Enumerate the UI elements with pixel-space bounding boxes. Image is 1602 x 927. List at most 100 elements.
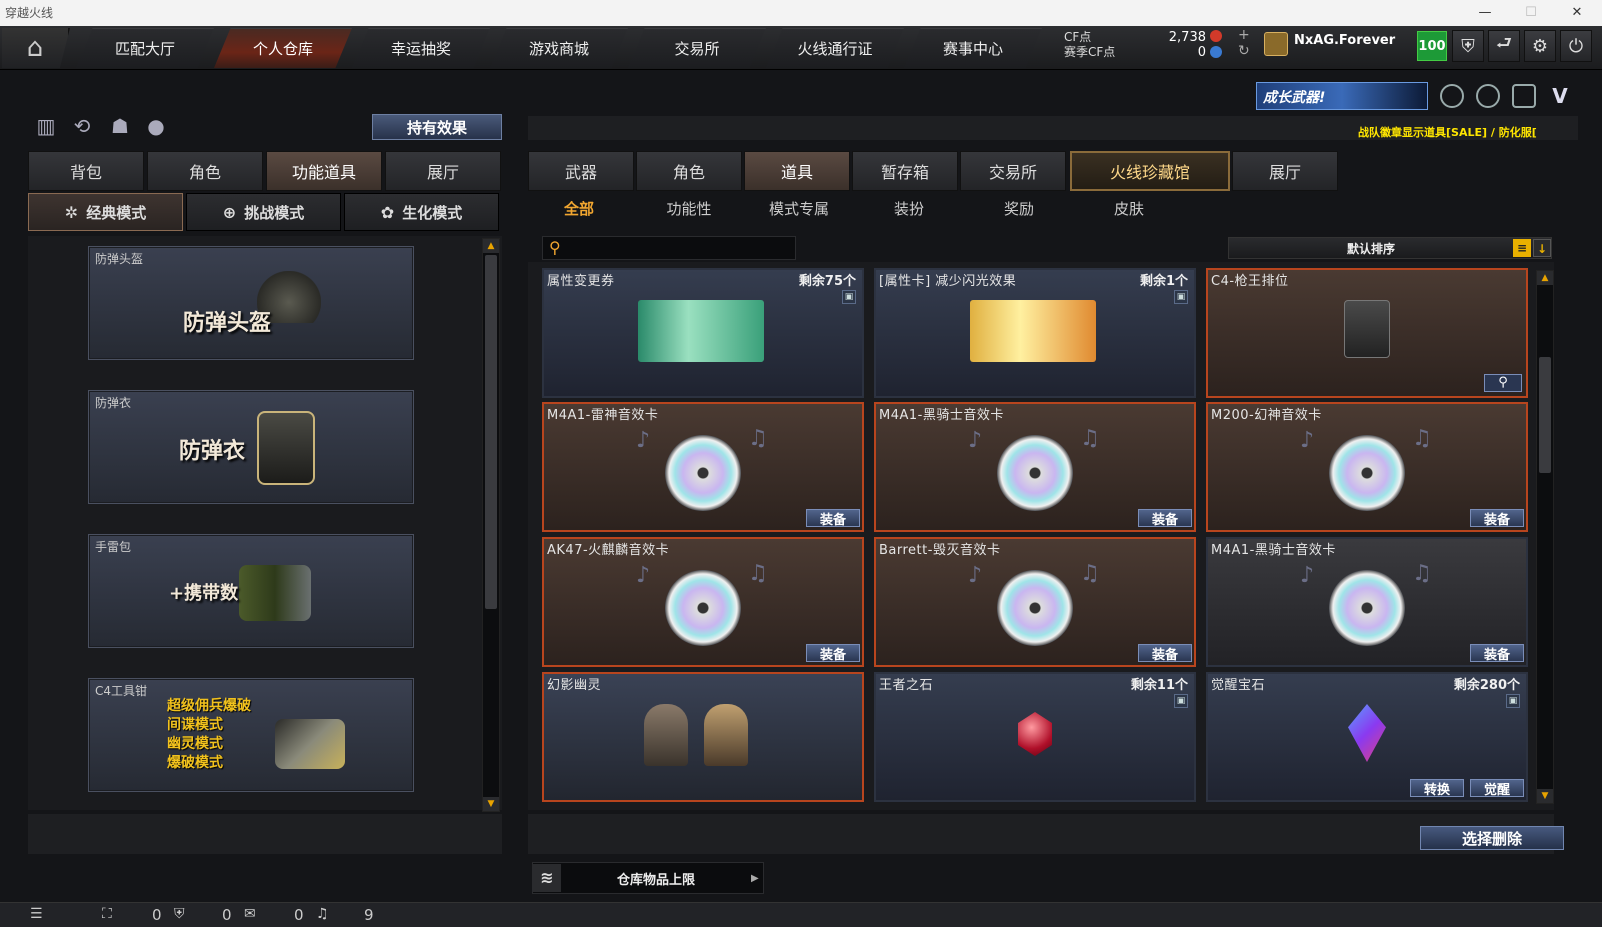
refresh-cf-button[interactable]: ↻ (1238, 43, 1250, 59)
equip-button[interactable]: 装备 (806, 509, 860, 528)
awaken-button[interactable]: 觉醒 (1470, 779, 1524, 798)
mode-tab-challenge[interactable]: ⊕ 挑战模式 (186, 193, 341, 231)
item-card[interactable]: AK47-火麒麟音效卡 ♪ ♫ 装备 (542, 537, 864, 667)
swap-icon[interactable]: ⟲ (68, 114, 96, 140)
nav-tab-lucky-draw[interactable]: 幸运抽奖 (352, 28, 490, 68)
scroll-down-arrow-icon[interactable]: ▼ (483, 797, 499, 811)
growth-weapon-banner[interactable]: 成长武器! (1256, 82, 1428, 110)
globe-icon[interactable] (1476, 84, 1500, 108)
minimize-button[interactable]: — (1462, 0, 1508, 26)
menu-list-icon[interactable]: ☰ (30, 906, 43, 922)
add-cf-button[interactable]: + (1238, 27, 1250, 43)
right-tab-exchange[interactable]: 交易所 (960, 151, 1066, 191)
item-card[interactable]: M200-幻神音效卡 ♪ ♫ 装备 (1206, 402, 1528, 532)
item-card[interactable]: Barrett-毁灭音效卡 ♪ ♫ 装备 (874, 537, 1196, 667)
trash-icon[interactable]: ▣ (1174, 290, 1188, 304)
item-card[interactable]: M4A1-黑骑士音效卡 ♪ ♫ 装备 (874, 402, 1196, 532)
card-helmet[interactable]: 防弹头盔 防弹头盔 (88, 246, 414, 360)
mode-tab-classic[interactable]: ✲ 经典模式 (28, 193, 183, 231)
scroll-down-arrow-icon[interactable]: ▼ (1537, 789, 1553, 803)
equip-button[interactable]: 装备 (806, 644, 860, 663)
badge-v-icon[interactable] (1440, 84, 1464, 108)
list-view-icon[interactable]: ≡ (1513, 239, 1531, 257)
scroll-thumb[interactable] (485, 255, 497, 609)
item-card[interactable]: M4A1-雷神音效卡 ♪ ♫ 装备 (542, 402, 864, 532)
equip-button[interactable]: 装备 (1138, 509, 1192, 528)
subtab-decor[interactable]: 装扮 (864, 198, 954, 220)
item-card[interactable]: M4A1-黑骑士音效卡 ♪ ♫ 装备 (1206, 537, 1528, 667)
sword-icon[interactable] (1512, 84, 1536, 108)
scroll-thumb[interactable] (1539, 357, 1551, 473)
right-tab-showroom[interactable]: 展厅 (1232, 151, 1338, 191)
subtab-mode-exclusive[interactable]: 模式专属 (754, 198, 844, 220)
capacity-bar[interactable]: ≋ 仓库物品上限 ▶ (532, 862, 764, 894)
gear-icon[interactable]: ⚙ (1524, 30, 1556, 62)
item-card[interactable]: C4-枪王排位 ⚲ (1206, 268, 1528, 398)
right-tab-character[interactable]: 角色 (636, 151, 742, 191)
item-card[interactable]: [属性卡] 减少闪光效果 剩余1个 ▣ (874, 268, 1196, 398)
v-logo-icon[interactable]: V (1548, 84, 1572, 108)
card-armor[interactable]: 防弹衣 防弹衣 (88, 390, 414, 504)
trash-icon[interactable]: ▣ (1174, 694, 1188, 708)
magnify-icon[interactable]: ⚲ (1484, 374, 1522, 392)
left-tab-function-items[interactable]: 功能道具 (266, 151, 382, 191)
nav-tab-match-hall[interactable]: 匹配大厅 (76, 28, 214, 68)
cf-coin-icon (1210, 30, 1222, 42)
card-grenade-pack[interactable]: 手雷包 +携带数 (88, 534, 414, 648)
nav-tab-event-center[interactable]: 赛事中心 (904, 28, 1042, 68)
equip-button[interactable]: 装备 (1470, 509, 1524, 528)
subtab-reward[interactable]: 奖励 (974, 198, 1064, 220)
left-tab-showroom[interactable]: 展厅 (385, 151, 501, 191)
subtab-skin[interactable]: 皮肤 (1084, 198, 1174, 220)
volume-icon[interactable]: ♫ (316, 906, 329, 922)
item-card[interactable]: 王者之石 剩余11个 ▣ (874, 672, 1196, 802)
card-c4-pliers[interactable]: C4工具钳 超级佣兵爆破 间谍模式 幽灵模式 爆破模式 (88, 678, 414, 792)
trash-icon[interactable]: ▣ (842, 290, 856, 304)
left-tab-backpack[interactable]: 背包 (28, 151, 144, 191)
mode-tab-zombie[interactable]: ✿ 生化模式 (344, 193, 499, 231)
item-card[interactable]: 属性变更券 剩余75个 ▣ (542, 268, 864, 398)
scrolling-notice: 战队徽章显示道具[SALE] / 防化服[ (1358, 126, 1537, 139)
right-tab-collection[interactable]: 火线珍藏馆 (1070, 151, 1230, 191)
equip-button[interactable]: 装备 (1138, 644, 1192, 663)
right-scrollbar[interactable]: ▲ ▼ (1536, 270, 1554, 804)
power-icon[interactable]: ⏻ (1560, 30, 1592, 62)
nav-tab-battle-pass[interactable]: 火线通行证 (766, 28, 904, 68)
hold-effect-button[interactable]: 持有效果 (372, 114, 502, 140)
search-input[interactable] (569, 239, 791, 257)
scroll-up-arrow-icon[interactable]: ▲ (483, 239, 499, 253)
right-footer (528, 814, 1554, 854)
character-icon[interactable]: ☗ (106, 114, 134, 140)
subtab-all[interactable]: 全部 (534, 198, 624, 220)
subtab-functional[interactable]: 功能性 (644, 198, 734, 220)
stats-icon[interactable]: ▥ (32, 114, 60, 140)
nav-tab-warehouse[interactable]: 个人仓库 (214, 28, 352, 68)
home-button[interactable]: ⌂ (2, 28, 70, 68)
select-delete-button[interactable]: 选择删除 (1420, 826, 1564, 850)
left-tab-character[interactable]: 角色 (147, 151, 263, 191)
right-tab-items[interactable]: 道具 (744, 151, 850, 191)
return-icon[interactable]: ⮐ (1488, 30, 1520, 62)
sort-dropdown[interactable]: 默认排序 ≡ ↓ (1228, 237, 1552, 259)
chat-icon[interactable]: ✉ (244, 906, 256, 922)
right-tab-weapon[interactable]: 武器 (528, 151, 634, 191)
nav-tab-game-store[interactable]: 游戏商城 (490, 28, 628, 68)
left-scrollbar[interactable]: ▲ ▼ (482, 238, 500, 812)
card-big-text: 防弹衣 (179, 439, 246, 464)
trash-icon[interactable]: ▣ (1506, 694, 1520, 708)
shield-icon[interactable]: ⛨ (1452, 30, 1484, 62)
shield-icon[interactable]: ⛨ (174, 906, 185, 922)
right-tab-storage[interactable]: 暂存箱 (852, 151, 958, 191)
item-card[interactable]: 幻影幽灵 (542, 672, 864, 802)
close-button[interactable]: ✕ (1554, 0, 1600, 26)
ticket-green-image (638, 300, 764, 362)
nav-tab-exchange[interactable]: 交易所 (628, 28, 766, 68)
item-card[interactable]: 觉醒宝石 剩余280个 ▣ 转换 觉醒 (1206, 672, 1528, 802)
grenade-icon[interactable]: ● (142, 114, 170, 140)
equip-button[interactable]: 装备 (1470, 644, 1524, 663)
convert-button[interactable]: 转换 (1410, 779, 1464, 798)
scroll-up-arrow-icon[interactable]: ▲ (1537, 271, 1553, 285)
maximize-button[interactable]: ☐ (1508, 0, 1554, 26)
sort-order-icon[interactable]: ↓ (1533, 239, 1551, 257)
binoculars-icon[interactable]: ⛶ (102, 906, 112, 922)
